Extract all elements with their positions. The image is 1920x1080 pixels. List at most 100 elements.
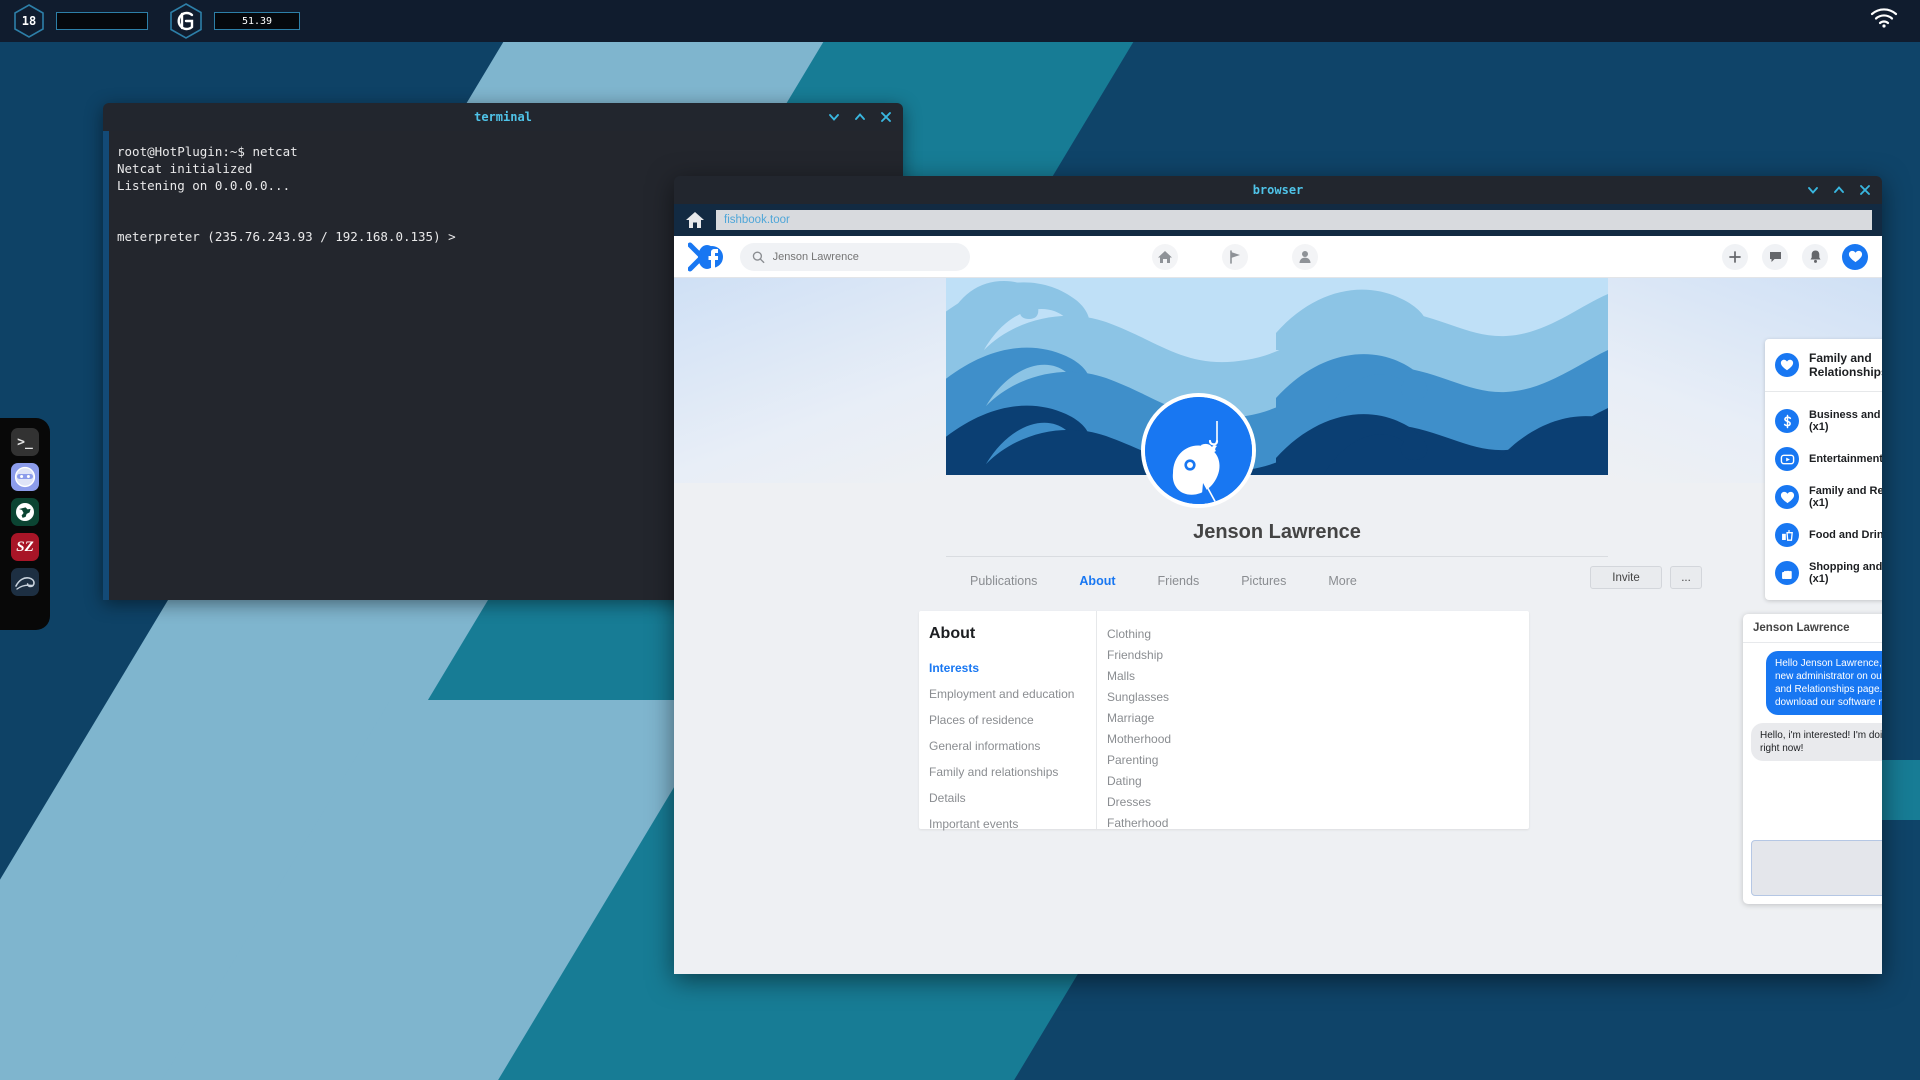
dollar-icon bbox=[1775, 409, 1799, 433]
list-item: Marriage bbox=[1107, 710, 1155, 725]
search-icon bbox=[752, 250, 765, 263]
about-menu: About Interests Employment and education… bbox=[919, 611, 1097, 831]
nav-flag-icon[interactable] bbox=[1222, 243, 1248, 270]
waves-graphic bbox=[946, 278, 1608, 483]
notifications-icon[interactable] bbox=[1802, 243, 1828, 270]
about-item-details[interactable]: Details bbox=[929, 785, 1096, 811]
wave-icon bbox=[15, 577, 35, 590]
close-icon[interactable] bbox=[1858, 183, 1872, 197]
messenger-icon[interactable] bbox=[1762, 243, 1788, 270]
shopping-bag-icon bbox=[1775, 561, 1799, 585]
list-item: Fatherhood bbox=[1107, 815, 1169, 830]
fishbook-profile-page: Jenson Lawrence Publications About Frien… bbox=[674, 278, 1882, 974]
nav-home-icon[interactable] bbox=[1152, 243, 1178, 270]
search-box[interactable] bbox=[740, 242, 970, 271]
categories-header-label: Family and Relationships bbox=[1809, 351, 1882, 379]
profile-actions: Invite ... bbox=[1590, 566, 1702, 589]
categories-panel: Family and Relationships Business and In… bbox=[1765, 339, 1882, 600]
fish-avatar-icon bbox=[1145, 397, 1252, 504]
terminal-titlebar[interactable]: terminal bbox=[103, 103, 903, 131]
category-label: Business and Industry (x1) bbox=[1809, 409, 1882, 433]
category-label: Entertainment (x1) bbox=[1809, 453, 1882, 465]
about-item-employment[interactable]: Employment and education bbox=[929, 681, 1096, 707]
category-row-food[interactable]: Food and Drink (x1) bbox=[1765, 516, 1882, 554]
chat-window: Jenson Lawrence Hello Jenson Lawrence, w… bbox=[1743, 614, 1882, 904]
about-item-interests[interactable]: Interests bbox=[929, 655, 1096, 681]
dock-item-terminal[interactable]: >_ bbox=[11, 428, 39, 456]
cover-gradient-left bbox=[674, 278, 946, 483]
about-item-events[interactable]: Important events bbox=[929, 811, 1096, 837]
category-row-entertainment[interactable]: Entertainment (x1) bbox=[1765, 440, 1882, 478]
list-item: Sunglasses bbox=[1107, 689, 1170, 704]
heart-icon[interactable] bbox=[1842, 243, 1868, 270]
category-label: Food and Drink (x1) bbox=[1809, 529, 1882, 541]
tab-more[interactable]: More bbox=[1322, 570, 1362, 592]
list-item: Motherhood bbox=[1107, 731, 1172, 746]
tab-friends[interactable]: Friends bbox=[1152, 570, 1206, 592]
fishbook-navbar bbox=[674, 236, 1882, 278]
terminal-window-controls bbox=[827, 103, 893, 131]
add-icon[interactable] bbox=[1722, 243, 1748, 270]
dock-item-ninja[interactable] bbox=[11, 463, 39, 491]
more-options-button[interactable]: ... bbox=[1670, 566, 1702, 589]
fishbook-logo-icon[interactable] bbox=[687, 240, 728, 274]
avatar[interactable] bbox=[1141, 393, 1256, 508]
chat-input-area bbox=[1743, 832, 1882, 904]
category-label: Family and Relationships (x1) bbox=[1809, 485, 1882, 509]
chevron-down-icon[interactable] bbox=[1806, 183, 1820, 197]
system-topbar: 18 51.39 bbox=[0, 0, 1920, 42]
chat-title: Jenson Lawrence bbox=[1743, 614, 1882, 643]
g-logo-icon bbox=[170, 3, 202, 39]
chevron-up-icon[interactable] bbox=[1832, 183, 1846, 197]
about-item-general[interactable]: General informations bbox=[929, 733, 1096, 759]
profile-tabs: Publications About Friends Pictures More bbox=[964, 570, 1363, 592]
level-badge-value: 18 bbox=[21, 14, 37, 28]
url-input[interactable] bbox=[716, 210, 1872, 230]
tab-about[interactable]: About bbox=[1073, 570, 1121, 592]
level-badge: 18 bbox=[14, 4, 44, 38]
chevron-down-icon[interactable] bbox=[827, 110, 841, 124]
sz-icon: SZ bbox=[16, 538, 34, 555]
heart-icon bbox=[1775, 485, 1799, 509]
chevron-up-icon[interactable] bbox=[853, 110, 867, 124]
category-row-business[interactable]: Business and Industry (x1) bbox=[1765, 402, 1882, 440]
play-icon bbox=[1775, 447, 1799, 471]
category-row-shopping[interactable]: Shopping and Fashion (x1) bbox=[1765, 554, 1882, 592]
list-item: Dating bbox=[1107, 773, 1142, 788]
chat-messages: Hello Jenson Lawrence, we need a new adm… bbox=[1743, 643, 1882, 832]
globe-icon bbox=[16, 503, 34, 521]
browser-titlebar[interactable]: browser bbox=[674, 176, 1882, 204]
browser-window[interactable]: browser fishbook.toor Jenson Lawrence Je… bbox=[674, 176, 1882, 974]
terminal-line: Netcat initialized bbox=[117, 161, 253, 176]
tab-pictures[interactable]: Pictures bbox=[1235, 570, 1292, 592]
list-item: Clothing bbox=[1107, 626, 1152, 641]
profile-divider bbox=[946, 556, 1608, 557]
topbar-meter-value: 51.39 bbox=[241, 15, 273, 27]
heart-icon bbox=[1775, 353, 1799, 377]
dock-item-wave[interactable] bbox=[11, 568, 39, 596]
nav-people-icon[interactable] bbox=[1292, 243, 1318, 270]
ninja-face-icon bbox=[14, 466, 36, 488]
terminal-icon: >_ bbox=[17, 434, 33, 450]
browser-title: browser bbox=[1252, 183, 1304, 197]
topbar-progress-1 bbox=[56, 12, 148, 30]
close-icon[interactable] bbox=[879, 110, 893, 124]
dock-item-sz[interactable]: SZ bbox=[11, 533, 39, 561]
about-item-family[interactable]: Family and relationships bbox=[929, 759, 1096, 785]
cover-photo bbox=[946, 278, 1608, 483]
invite-button[interactable]: Invite bbox=[1590, 566, 1662, 589]
home-icon[interactable] bbox=[684, 209, 706, 231]
about-card: About Interests Employment and education… bbox=[919, 611, 1529, 831]
tab-publications[interactable]: Publications bbox=[964, 570, 1043, 592]
app-dock: >_ SZ bbox=[0, 418, 50, 630]
list-item: Malls bbox=[1107, 668, 1136, 683]
topbar-meter: 51.39 bbox=[214, 12, 300, 30]
browser-urlbar bbox=[674, 204, 1882, 236]
category-row-family[interactable]: Family and Relationships (x1) bbox=[1765, 478, 1882, 516]
about-item-residence[interactable]: Places of residence bbox=[929, 707, 1096, 733]
dock-item-browser[interactable] bbox=[11, 498, 39, 526]
categories-header: Family and Relationships bbox=[1765, 339, 1882, 392]
chat-input[interactable] bbox=[1751, 840, 1882, 896]
wifi-icon[interactable] bbox=[1870, 8, 1898, 33]
search-input[interactable] bbox=[772, 250, 958, 263]
